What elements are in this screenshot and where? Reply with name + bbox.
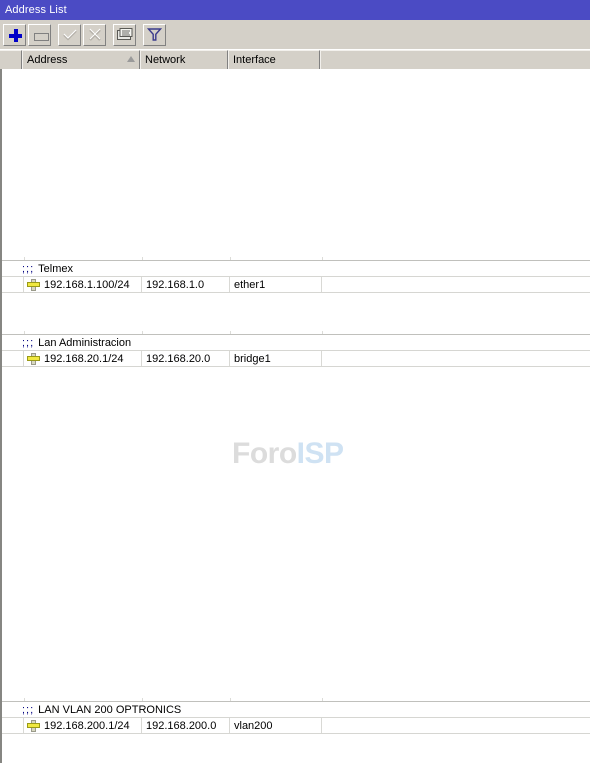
comment-row[interactable]: ;;; Lan Administracion bbox=[2, 335, 590, 351]
static-address-icon bbox=[27, 278, 40, 291]
comment-text: Lan Administracion bbox=[38, 336, 132, 349]
gutter-divider bbox=[24, 702, 25, 717]
address-list-body[interactable]: ForoISP ;;; Telmex 192.168.1.100/24 192.… bbox=[0, 69, 590, 763]
cell-blank[interactable] bbox=[322, 351, 590, 366]
cell-network[interactable]: 192.168.200.0 bbox=[142, 718, 230, 733]
row-gutter[interactable] bbox=[2, 718, 24, 733]
enable-button[interactable] bbox=[58, 23, 81, 46]
filter-icon bbox=[147, 27, 162, 42]
table-row[interactable]: 192.168.20.1/24 192.168.20.0 bridge1 bbox=[2, 351, 590, 367]
row-gutter[interactable] bbox=[2, 277, 24, 292]
column-header-gutter[interactable] bbox=[0, 50, 22, 69]
cell-blank[interactable] bbox=[322, 718, 590, 733]
add-button[interactable] bbox=[3, 23, 26, 46]
column-header-interface-label: Interface bbox=[233, 54, 276, 66]
remove-button[interactable] bbox=[28, 23, 51, 46]
window-title: Address List bbox=[5, 4, 67, 16]
empty-area-mid-1 bbox=[2, 293, 590, 334]
comment-row[interactable]: ;;; Telmex bbox=[2, 261, 590, 277]
gutter-divider bbox=[24, 261, 25, 276]
row-gutter[interactable] bbox=[2, 351, 24, 366]
static-address-icon bbox=[27, 719, 40, 732]
cell-address-text: 192.168.20.1/24 bbox=[44, 352, 124, 365]
cell-interface[interactable]: ether1 bbox=[230, 277, 322, 292]
comment-text: LAN VLAN 200 OPTRONICS bbox=[38, 703, 182, 716]
gutter-divider bbox=[24, 335, 25, 350]
table-row[interactable]: 192.168.1.100/24 192.168.1.0 ether1 bbox=[2, 277, 590, 293]
empty-area-mid-2 bbox=[2, 367, 590, 701]
comment-icon bbox=[116, 27, 133, 42]
comment-button[interactable] bbox=[113, 23, 136, 46]
cell-interface[interactable]: bridge1 bbox=[230, 351, 322, 366]
column-header-address-label: Address bbox=[27, 54, 68, 66]
comment-prefix: ;;; bbox=[22, 262, 35, 275]
column-header-network[interactable]: Network bbox=[140, 50, 228, 69]
comment-row[interactable]: ;;; LAN VLAN 200 OPTRONICS bbox=[2, 702, 590, 718]
cell-address[interactable]: 192.168.200.1/24 bbox=[24, 718, 142, 733]
column-header-network-label: Network bbox=[145, 54, 186, 66]
empty-area-top bbox=[2, 69, 590, 260]
cell-network-text: 192.168.20.0 bbox=[146, 352, 211, 365]
sort-ascending-icon bbox=[127, 56, 135, 62]
comment-prefix: ;;; bbox=[22, 336, 35, 349]
cell-network[interactable]: 192.168.20.0 bbox=[142, 351, 230, 366]
filter-button[interactable] bbox=[143, 23, 166, 46]
comment-text: Telmex bbox=[38, 262, 74, 275]
check-icon bbox=[62, 28, 78, 42]
comment-prefix: ;;; bbox=[22, 703, 35, 716]
cell-address[interactable]: 192.168.20.1/24 bbox=[24, 351, 142, 366]
cell-interface-text: ether1 bbox=[234, 278, 266, 291]
cell-address-text: 192.168.1.100/24 bbox=[44, 278, 130, 291]
column-header-address[interactable]: Address bbox=[22, 50, 140, 69]
cross-icon bbox=[87, 28, 103, 42]
cell-blank[interactable] bbox=[322, 277, 590, 292]
cell-interface-text: vlan200 bbox=[234, 719, 273, 732]
cell-network[interactable]: 192.168.1.0 bbox=[142, 277, 230, 292]
cell-address-text: 192.168.200.1/24 bbox=[44, 719, 130, 732]
empty-area-bottom bbox=[2, 734, 590, 763]
disable-button[interactable] bbox=[83, 23, 106, 46]
cell-interface-text: bridge1 bbox=[234, 352, 271, 365]
toolbar bbox=[0, 20, 590, 49]
column-header-interface[interactable]: Interface bbox=[228, 50, 320, 69]
address-list-window: Address List Address Network Interface F… bbox=[0, 0, 590, 763]
table-row[interactable]: 192.168.200.1/24 192.168.200.0 vlan200 bbox=[2, 718, 590, 734]
cell-interface[interactable]: vlan200 bbox=[230, 718, 322, 733]
table-header: Address Network Interface bbox=[0, 49, 590, 69]
window-titlebar[interactable]: Address List bbox=[0, 0, 590, 20]
cell-network-text: 192.168.200.0 bbox=[146, 719, 217, 732]
cell-network-text: 192.168.1.0 bbox=[146, 278, 205, 291]
static-address-icon bbox=[27, 352, 40, 365]
column-header-blank[interactable] bbox=[320, 50, 590, 69]
cell-address[interactable]: 192.168.1.100/24 bbox=[24, 277, 142, 292]
